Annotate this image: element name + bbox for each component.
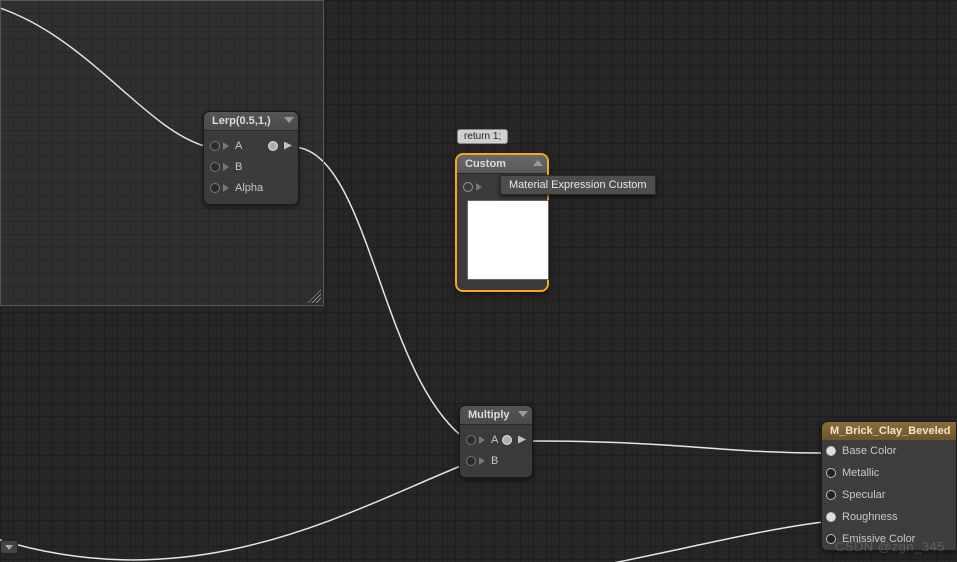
node-custom[interactable]: Custom [455, 153, 549, 292]
input-pin-basecolor[interactable]: Base Color [826, 445, 896, 457]
pin-label: Roughness [842, 511, 898, 523]
input-pin-a[interactable]: A [210, 140, 242, 152]
graph-canvas[interactable]: Lerp(0.5,1,) A B [0, 0, 957, 562]
node-body: A B [460, 425, 532, 477]
node-body: A B Alpha [204, 131, 298, 204]
collapse-icon[interactable] [533, 160, 543, 166]
pin-label: Base Color [842, 445, 896, 457]
collapse-icon[interactable] [284, 117, 294, 123]
node-comment-tag[interactable]: return 1; [457, 129, 508, 144]
node-multiply[interactable]: Multiply A B [459, 405, 533, 478]
node-comment-text: return 1; [464, 131, 501, 142]
node-title-label: Custom [465, 158, 506, 170]
chevron-down-icon [5, 545, 13, 550]
node-title[interactable]: Custom [457, 155, 547, 174]
pin-label: A [491, 434, 498, 446]
node-title-label: M_Brick_Clay_Beveled [830, 425, 950, 437]
tooltip-text: Material Expression Custom [509, 179, 647, 191]
node-title[interactable]: Lerp(0.5,1,) [204, 112, 298, 131]
pin-label: B [235, 161, 242, 173]
node-material-output[interactable]: M_Brick_Clay_Beveled Base Color Metallic… [821, 421, 957, 551]
pin-label: Specular [842, 489, 885, 501]
tooltip: Material Expression Custom [500, 175, 656, 195]
input-pin-roughness[interactable]: Roughness [826, 511, 898, 523]
output-pin[interactable] [463, 182, 482, 192]
node-title-label: Multiply [468, 409, 510, 421]
input-pin-metallic[interactable]: Metallic [826, 467, 879, 479]
pin-label: Alpha [235, 182, 263, 194]
input-pin-specular[interactable]: Specular [826, 489, 885, 501]
input-pin-a[interactable]: A [466, 434, 498, 446]
input-pin-alpha[interactable]: Alpha [210, 182, 263, 194]
output-pin[interactable] [502, 435, 526, 445]
resize-handle-icon[interactable] [307, 289, 321, 303]
pin-label: B [491, 455, 498, 467]
node-lerp[interactable]: Lerp(0.5,1,) A B [203, 111, 299, 205]
node-title[interactable]: M_Brick_Clay_Beveled [822, 422, 956, 440]
panel-toggle[interactable] [0, 540, 18, 554]
input-pin-b[interactable]: B [466, 455, 498, 467]
watermark: CSDN @zgn_345 [835, 539, 945, 554]
node-title[interactable]: Multiply [460, 406, 532, 425]
node-preview-swatch [467, 200, 549, 280]
pin-label: A [235, 140, 242, 152]
pin-label: Metallic [842, 467, 879, 479]
node-title-label: Lerp(0.5,1,) [212, 115, 271, 127]
output-pin[interactable] [268, 141, 292, 151]
collapse-icon[interactable] [518, 411, 528, 417]
input-pin-b[interactable]: B [210, 161, 242, 173]
